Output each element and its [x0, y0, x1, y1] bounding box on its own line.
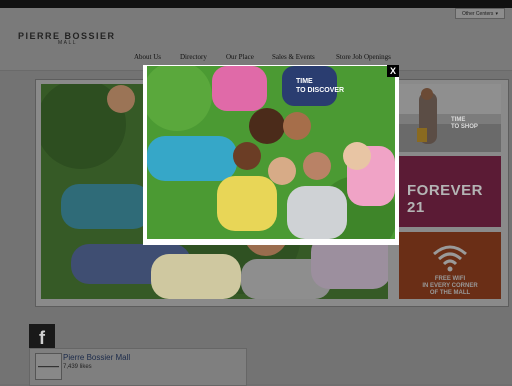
- close-icon[interactable]: X: [387, 65, 399, 77]
- nav-our-place[interactable]: Our Place: [226, 53, 254, 61]
- wifi-icon: [433, 245, 467, 272]
- caption-line-2: TO DISCOVER: [296, 87, 345, 94]
- promo-forever-21[interactable]: FOREVER 21: [399, 156, 501, 227]
- shop-line-2: TO SHOP: [451, 124, 478, 130]
- nav-about-us[interactable]: About Us: [134, 53, 161, 61]
- top-bar: [0, 0, 512, 8]
- facebook-icon[interactable]: f: [29, 324, 55, 349]
- other-centers-label: Other Centers: [462, 10, 494, 17]
- promo-free-wifi[interactable]: FREE WIFI IN EVERY CORNER OF THE MALL: [399, 232, 501, 299]
- mini-logo-image: [38, 365, 59, 367]
- mall-logo-sub: MALL: [58, 40, 78, 46]
- promo-time-to-shop[interactable]: TIME TO SHOP: [399, 84, 501, 152]
- wifi-line-3: OF THE MALL: [429, 290, 471, 296]
- modal-caption: TIME TO DISCOVER: [296, 77, 344, 95]
- shop-line-1: TIME: [451, 117, 466, 123]
- kids-circle-photo: [147, 66, 395, 239]
- caption-line-1: TIME: [296, 78, 313, 85]
- nav-store-job-openings[interactable]: Store Job Openings: [336, 53, 391, 61]
- wifi-line-2: IN EVERY CORNER: [422, 283, 478, 289]
- shopper-photo: [399, 84, 501, 152]
- wifi-line-1: FREE WIFI: [434, 276, 466, 282]
- facebook-page-thumbnail[interactable]: [35, 353, 62, 380]
- modal-image: [147, 66, 395, 239]
- facebook-likes-count: 7,439 likes: [63, 364, 92, 370]
- nav-sales-events[interactable]: Sales & Events: [272, 53, 315, 61]
- other-centers-dropdown[interactable]: Other Centers ▾: [455, 8, 505, 19]
- nav-directory[interactable]: Directory: [180, 53, 207, 61]
- forever-21-logo: FOREVER 21: [407, 182, 484, 216]
- chevron-down-icon: ▾: [495, 10, 498, 17]
- facebook-page-name[interactable]: Pierre Bossier Mall: [63, 353, 130, 362]
